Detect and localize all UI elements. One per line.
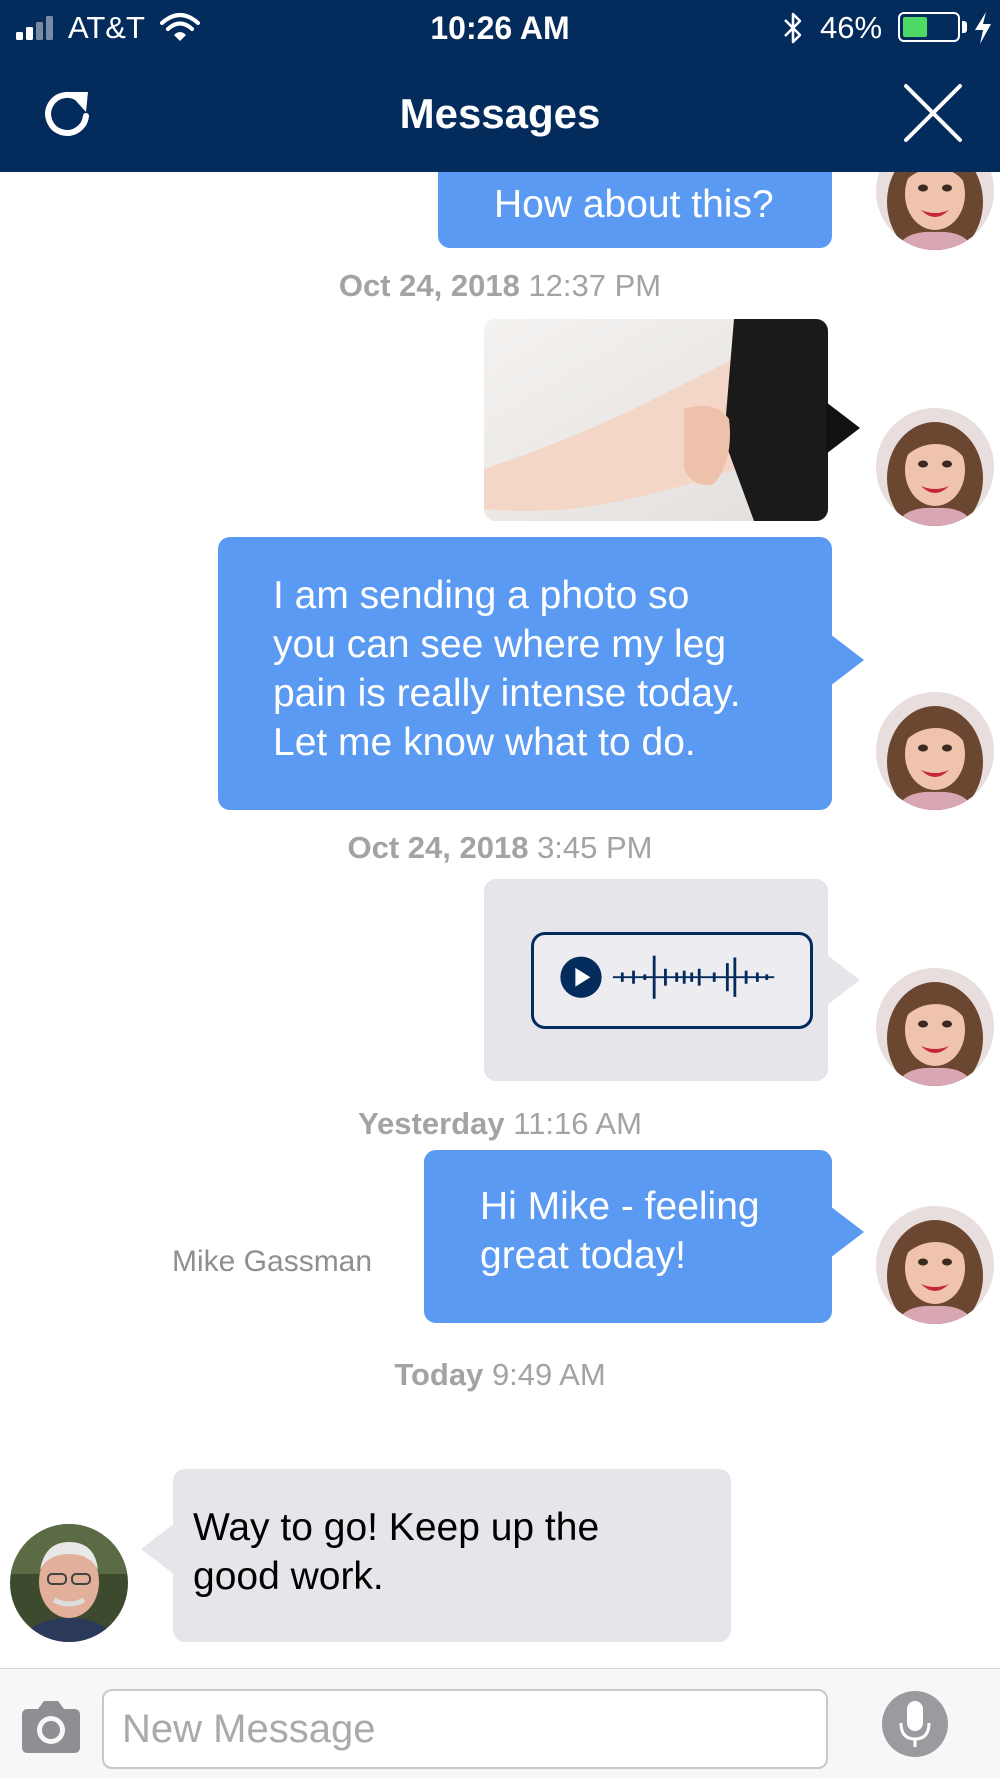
avatar-contact	[10, 1524, 128, 1642]
avatar-self	[876, 172, 994, 250]
microphone-icon	[899, 1701, 931, 1747]
audio-bubble[interactable]	[484, 879, 828, 1081]
message-text: Hi Mike - feeling great today!	[480, 1182, 760, 1280]
timestamp-time: 9:49 AM	[491, 1357, 606, 1392]
battery-icon	[898, 12, 960, 42]
avatar-self	[876, 968, 994, 1086]
message-input[interactable]	[102, 1689, 828, 1769]
outgoing-bubble[interactable]: How about this?	[438, 172, 832, 248]
message-line: Way to go! Keep up the	[193, 1506, 600, 1549]
microphone-button[interactable]	[882, 1691, 948, 1757]
timestamp: Oct 24, 2018 3:45 PM	[0, 830, 1000, 866]
leg-photo	[484, 319, 828, 521]
message-text: How about this?	[494, 183, 774, 226]
message-line: I am sending a photo so	[273, 574, 690, 617]
audio-player[interactable]	[531, 932, 813, 1029]
timestamp-time: 3:45 PM	[537, 830, 653, 865]
outgoing-bubble[interactable]: I am sending a photo so you can see wher…	[218, 537, 832, 810]
page-title: Messages	[399, 90, 601, 137]
timestamp: Oct 24, 2018 12:37 PM	[0, 268, 1000, 304]
outgoing-bubble[interactable]: Hi Mike - feeling great today!	[424, 1150, 832, 1323]
close-icon[interactable]	[900, 80, 966, 146]
photo-attachment[interactable]	[484, 319, 828, 521]
charging-icon	[975, 12, 991, 44]
bubble-tail	[830, 1206, 864, 1258]
message-line: Hi Mike - feeling	[480, 1185, 760, 1228]
bubble-tail	[830, 634, 864, 686]
timestamp-time: 11:16 AM	[513, 1106, 642, 1141]
timestamp-date: Oct 24, 2018	[338, 268, 520, 303]
timestamp-time: 12:37 PM	[528, 268, 662, 303]
message-line: good work.	[193, 1555, 384, 1598]
composer-bar	[0, 1668, 1000, 1778]
timestamp-date: Today	[394, 1357, 484, 1392]
incoming-bubble[interactable]: Way to go! Keep up the good work.	[173, 1469, 731, 1642]
avatar-self	[876, 692, 994, 810]
avatar-self	[876, 408, 994, 526]
timestamp-date: Yesterday	[358, 1106, 505, 1141]
sender-name: Mike Gassman	[172, 1245, 373, 1278]
top-bar: AT&T 10:26 AM 46% Messages	[0, 0, 1000, 172]
message-text: Way to go! Keep up the good work.	[193, 1503, 599, 1601]
avatar-self	[876, 1206, 994, 1324]
message-line: you can see where my leg	[273, 623, 727, 666]
audio-waveform	[560, 955, 775, 999]
battery-fill	[903, 17, 927, 37]
message-list[interactable]: How about this? Oct 24, 2018 12:37 PM I …	[0, 172, 1000, 1668]
message-text: I am sending a photo so you can see wher…	[273, 571, 741, 767]
message-line: Let me know what to do.	[273, 721, 696, 764]
message-line: pain is really intense today.	[273, 672, 741, 715]
battery-percent: 46%	[820, 10, 883, 45]
camera-icon[interactable]	[18, 1699, 84, 1755]
bubble-tail	[826, 954, 860, 1006]
bubble-tail	[141, 1523, 175, 1575]
bluetooth-icon	[784, 12, 802, 44]
battery-terminal	[962, 21, 967, 33]
timestamp: Yesterday 11:16 AM	[0, 1106, 1000, 1142]
timestamp-date: Oct 24, 2018	[347, 830, 529, 865]
timestamp: Today 9:49 AM	[0, 1357, 1000, 1393]
message-line: great today!	[480, 1234, 686, 1277]
bubble-tail	[826, 402, 860, 454]
status-bar: AT&T 10:26 AM 46%	[0, 0, 1000, 56]
